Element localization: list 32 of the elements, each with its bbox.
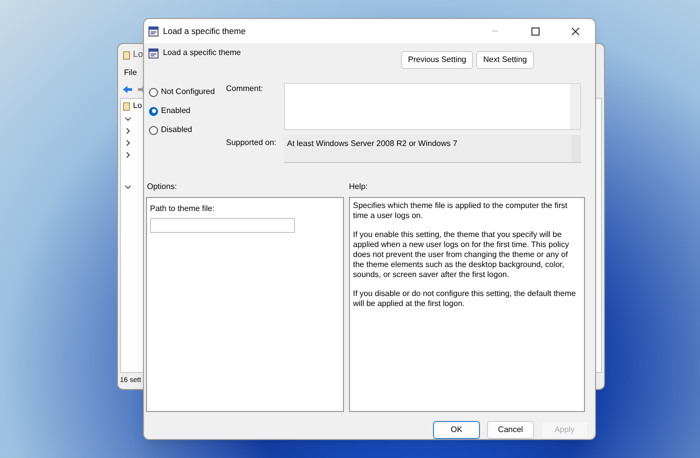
radio-option[interactable]: Enabled xyxy=(149,105,226,117)
path-input-field[interactable] xyxy=(150,218,295,233)
window-title: Lo xyxy=(133,48,144,62)
help-paragraph: If you disable or do not configure this setting, the default theme will be applied at the first logon. xyxy=(353,289,577,309)
nav-button[interactable]: Previous Setting xyxy=(401,51,474,69)
tree-item[interactable]: Lo xyxy=(133,100,142,112)
dialog-button[interactable]: Cancel xyxy=(487,421,534,439)
dialog-button[interactable]: OK xyxy=(433,421,480,439)
nav-button[interactable]: Next Setting xyxy=(476,51,534,69)
field-label: Supported on: xyxy=(226,137,278,149)
comment-field[interactable] xyxy=(284,83,581,130)
section-label: Options: xyxy=(147,181,178,193)
field-label: Comment: xyxy=(226,83,264,95)
scroll-icon xyxy=(122,102,131,110)
scroll-icon xyxy=(122,50,131,60)
policy-icon xyxy=(148,26,159,36)
maximize-icon xyxy=(530,26,540,36)
radio-option[interactable]: Not Configured xyxy=(149,86,226,98)
setting-name: Load a specific theme xyxy=(163,47,242,59)
scrollbar xyxy=(570,84,580,129)
help-paragraph: Specifies which theme file is applied to the computer the first time a user logs on. xyxy=(353,201,568,221)
expand-chevron-icon xyxy=(124,183,132,191)
menu-item[interactable]: File xyxy=(124,67,137,79)
supported-on-text: At least Windows Server 2008 R2 or Windows 7 xyxy=(286,138,458,150)
window-title: Load a specific theme xyxy=(163,24,247,38)
policy-icon xyxy=(148,48,159,59)
back-arrow-icon xyxy=(122,84,133,94)
close-icon xyxy=(570,26,580,36)
field-label: Path to theme file: xyxy=(150,203,216,215)
help-paragraph: If you enable this setting, the theme that you specify will be applied when a new user logs on for the first time. This policy does not prevent the user from changing the theme or any of the theme elements such as the desktop background, color, sounds, or screen saver after the first logon. xyxy=(353,230,570,280)
radio-option[interactable]: Disabled xyxy=(149,124,226,136)
section-label: Help: xyxy=(349,181,368,193)
